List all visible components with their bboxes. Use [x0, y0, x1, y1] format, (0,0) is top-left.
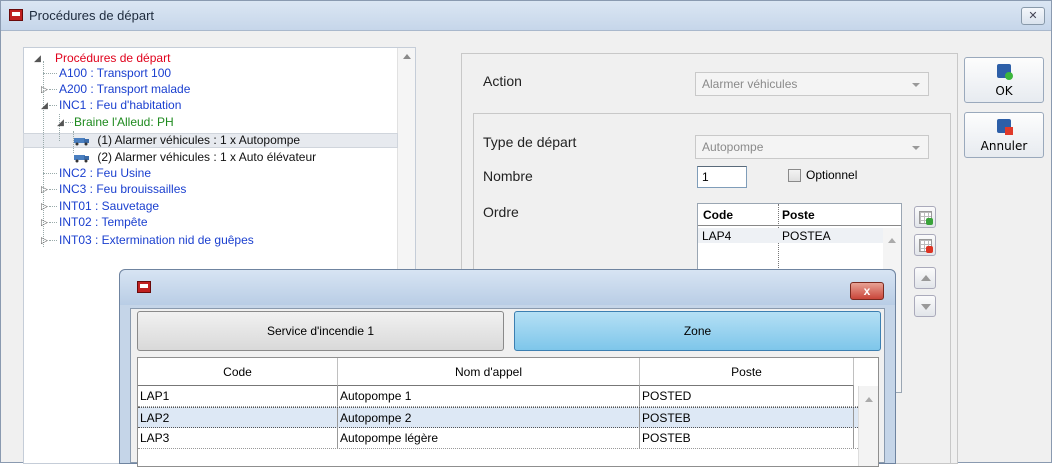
cell-nom: Autopompe 1 — [338, 386, 640, 407]
cell-poste: POSTED — [640, 386, 854, 407]
window-title: Procédures de départ — [29, 8, 155, 23]
arrow-up-icon — [921, 275, 931, 281]
dialog-body: Service d'incendie 1 Zone Code Nom d'app… — [130, 308, 885, 467]
dialog-title-bar: x — [120, 270, 895, 305]
arrow-down-icon — [921, 304, 931, 310]
tree-item-int03[interactable]: ▷ INT03 : Extermination nid de guêpes — [41, 233, 255, 248]
tree-root[interactable]: ◢ Procédures de départ — [34, 51, 171, 66]
action-label: Action — [483, 73, 522, 89]
ok-label: OK — [995, 84, 1013, 98]
tree-item-alarm-2[interactable]: (2) Alarmer véhicules : 1 x Auto élévate… — [73, 150, 317, 165]
ok-button[interactable]: OK — [964, 57, 1044, 103]
scroll-up-icon[interactable] — [865, 397, 873, 402]
ordre-grid-header: Code Poste — [698, 204, 901, 226]
cell-nom: Autopompe légère — [338, 428, 640, 449]
app-truck-icon — [9, 9, 23, 21]
dialog-close-button[interactable]: x — [850, 282, 884, 300]
ordre-cell-code: LAP4 — [702, 229, 732, 243]
move-up-button[interactable] — [914, 267, 936, 289]
collapsed-arrow-icon[interactable]: ▷ — [41, 233, 48, 248]
vehicles-table[interactable]: Code Nom d'appel Poste LAP1 Autopompe 1 … — [137, 357, 879, 467]
ordre-label: Ordre — [483, 204, 519, 220]
collapsed-arrow-icon[interactable]: ▷ — [41, 199, 48, 214]
scroll-up-icon[interactable] — [403, 54, 411, 59]
save-ok-icon — [997, 64, 1013, 80]
chevron-down-icon — [912, 83, 920, 87]
tree-item-inc2[interactable]: INC2 : Feu Usine — [43, 166, 152, 181]
cell-poste: POSTEB — [640, 428, 854, 449]
app-truck-icon — [137, 281, 151, 293]
delete-row-button[interactable] — [914, 234, 936, 256]
tree-item-a100[interactable]: A100 : Transport 100 — [43, 66, 172, 81]
col-poste: Poste — [782, 208, 815, 222]
add-row-button[interactable] — [914, 206, 936, 228]
zone-button[interactable]: Zone — [514, 311, 881, 351]
scroll-up-icon[interactable] — [888, 238, 896, 243]
main-window: Procédures de départ ✕ ◢ Procédures de d… — [0, 0, 1052, 467]
vehicle-picker-dialog: x Service d'incendie 1 Zone Code Nom d'a… — [119, 269, 896, 467]
tree-item-braine[interactable]: ◢ Braine l'Alleud: PH — [57, 115, 175, 130]
tree-item-inc1[interactable]: ◢ INC1 : Feu d'habitation — [41, 98, 182, 113]
cell-code: LAP3 — [138, 428, 338, 449]
collapsed-arrow-icon[interactable]: ▷ — [41, 215, 48, 230]
cell-code: LAP1 — [138, 386, 338, 407]
cell-poste: POSTEB — [640, 408, 854, 429]
table-scrollbar[interactable] — [858, 386, 878, 466]
table-row[interactable]: LAP1 Autopompe 1 POSTED — [138, 386, 860, 407]
service-incendie-button[interactable]: Service d'incendie 1 — [137, 311, 504, 351]
table-row-selected[interactable]: LAP2 Autopompe 2 POSTEB — [138, 407, 860, 429]
tree-item-a200[interactable]: ▷ A200 : Transport malade — [41, 82, 191, 97]
type-label: Type de départ — [483, 134, 577, 150]
col-code: Code — [703, 208, 733, 222]
vehicle-icon — [74, 154, 89, 163]
cancel-icon — [997, 119, 1013, 135]
expanded-arrow-icon[interactable]: ◢ — [57, 115, 64, 130]
nombre-input[interactable]: 1 — [697, 166, 747, 188]
collapsed-arrow-icon[interactable]: ▷ — [41, 182, 48, 197]
expanded-arrow-icon[interactable]: ◢ — [41, 98, 48, 113]
collapsed-arrow-icon[interactable]: ▷ — [41, 82, 48, 97]
cell-code: LAP2 — [138, 408, 338, 429]
title-bar: Procédures de départ ✕ — [1, 1, 1051, 31]
window-close-button[interactable]: ✕ — [1021, 7, 1045, 25]
cell-nom: Autopompe 2 — [338, 408, 640, 429]
ordre-cell-poste: POSTEA — [782, 229, 831, 243]
nombre-label: Nombre — [483, 168, 533, 184]
type-select[interactable]: Autopompe — [695, 135, 929, 159]
cancel-button[interactable]: Annuler — [964, 112, 1044, 158]
tree-item-alarm-1[interactable]: (1) Alarmer véhicules : 1 x Autopompe — [73, 133, 301, 148]
chevron-down-icon — [912, 146, 920, 150]
vehicle-icon — [74, 137, 89, 146]
table-row[interactable]: LAP3 Autopompe légère POSTEB — [138, 428, 860, 449]
tree-item-inc3[interactable]: ▷ INC3 : Feu brouissailles — [41, 182, 187, 197]
move-down-button[interactable] — [914, 295, 936, 317]
cancel-label: Annuler — [980, 139, 1028, 153]
expanded-arrow-icon[interactable]: ◢ — [34, 51, 41, 66]
col-header-nom[interactable]: Nom d'appel — [338, 358, 640, 386]
action-select[interactable]: Alarmer véhicules — [695, 72, 929, 96]
tree-item-int02[interactable]: ▷ INT02 : Tempête — [41, 215, 149, 230]
optionnel-label: Optionnel — [806, 168, 858, 182]
col-header-poste[interactable]: Poste — [640, 358, 854, 386]
ordre-row[interactable]: LAP4 POSTEA — [698, 228, 901, 243]
tree-item-int01[interactable]: ▷ INT01 : Sauvetage — [41, 199, 160, 214]
optionnel-checkbox[interactable] — [788, 169, 801, 182]
col-header-code[interactable]: Code — [138, 358, 338, 386]
